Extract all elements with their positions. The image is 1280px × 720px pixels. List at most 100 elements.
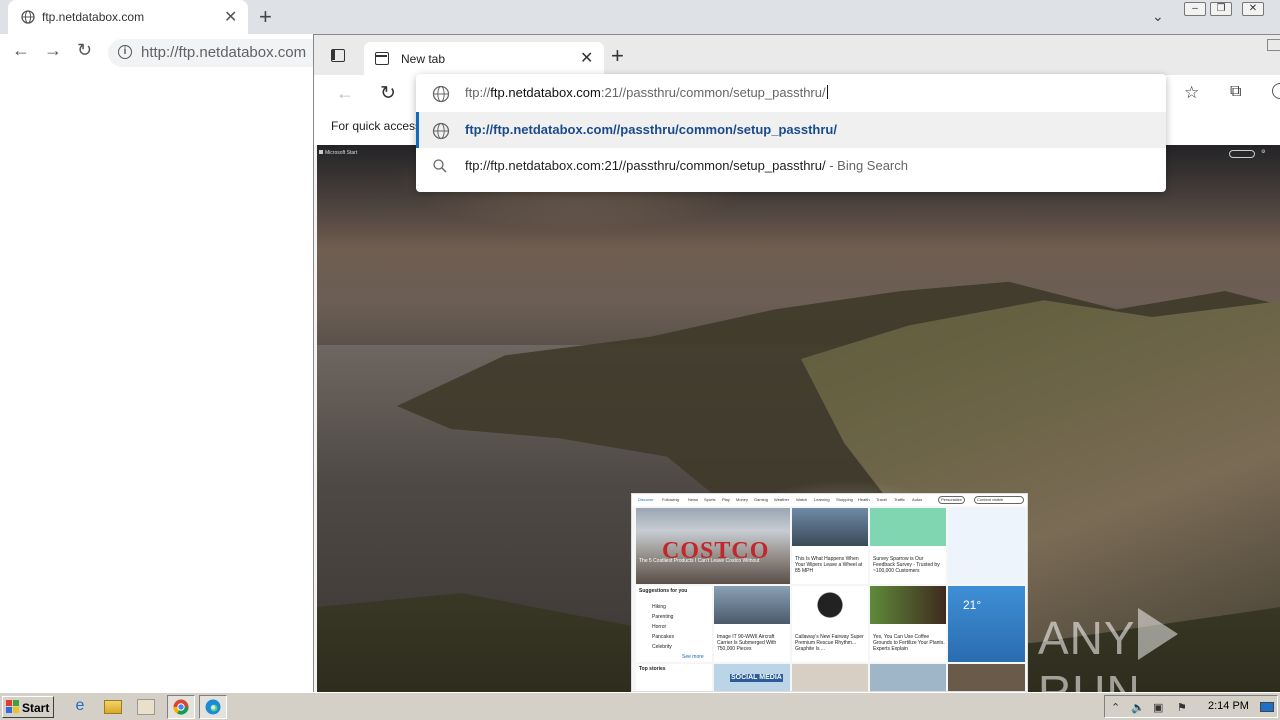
- collections-icon[interactable]: ⧉: [1230, 83, 1241, 101]
- feed-tab[interactable]: Weather: [774, 497, 789, 502]
- clock[interactable]: 2:14 PM: [1208, 700, 1249, 712]
- close-tab-icon[interactable]: ✕: [224, 7, 237, 27]
- close-window-button[interactable]: ✕: [1242, 2, 1264, 16]
- tab-actions-icon[interactable]: [331, 49, 345, 62]
- globe-icon: [432, 122, 450, 140]
- card-caption: This Is What Happens When Your Wipers Le…: [795, 556, 863, 574]
- suggestion-item[interactable]: Celebrity: [652, 644, 672, 650]
- new-tab-plus-icon[interactable]: +: [259, 4, 272, 30]
- chrome-address-bar[interactable]: i http://ftp.netdatabox.com: [108, 39, 328, 67]
- suggestion-item[interactable]: Hiking: [652, 604, 666, 610]
- top-stories-card[interactable]: Top stories: [636, 664, 712, 691]
- settings-gear-icon[interactable]: ⚙: [1261, 149, 1265, 155]
- minimize-button[interactable]: –: [1184, 2, 1206, 16]
- suggestions-card[interactable]: Suggestions for you Hiking Parenting Hor…: [636, 586, 712, 662]
- weather-temperature: 21°: [963, 598, 982, 612]
- suggestion-item[interactable]: Pancakes: [652, 634, 674, 640]
- taskbar: Start e ⌃ 🔈 ▣ ⚑ 2:14 PM: [0, 692, 1280, 720]
- news-card[interactable]: [948, 664, 1025, 691]
- brand-label: Microsoft Start: [325, 150, 358, 156]
- newtab-page-icon: [375, 52, 389, 65]
- social-media-label: SOCIAL MEDIA: [730, 674, 783, 682]
- windows-flag-icon: [6, 700, 19, 713]
- news-card[interactable]: [870, 664, 946, 691]
- suggestion-search[interactable]: ftp://ftp.netdatabox.com:21//passthru/co…: [416, 148, 1166, 184]
- feed-tab[interactable]: Sports: [704, 497, 716, 502]
- suggestion-item[interactable]: Horror: [652, 624, 666, 630]
- address-input[interactable]: ftp://ftp.netdatabox.com:21//passthru/co…: [465, 85, 828, 100]
- news-card[interactable]: This Is What Happens When Your Wipers Le…: [792, 508, 868, 584]
- card-image: [792, 586, 868, 624]
- new-tab-plus-icon[interactable]: +: [611, 43, 624, 69]
- chrome-url-text: http://ftp.netdatabox.com: [141, 44, 307, 61]
- feed-tab[interactable]: Traffic: [894, 497, 905, 502]
- favorites-star-icon[interactable]: ☆: [1184, 83, 1199, 103]
- volume-icon[interactable]: 🔈: [1131, 701, 1145, 714]
- suggestion-url[interactable]: ftp://ftp.netdatabox.com//passthru/commo…: [416, 112, 1166, 148]
- restore-button[interactable]: ❐: [1210, 2, 1232, 16]
- feed-tab[interactable]: Autos: [912, 497, 922, 502]
- apps-launcher-icon[interactable]: [319, 150, 323, 154]
- feed-tab[interactable]: Discover: [638, 497, 654, 502]
- chevron-down-icon[interactable]: ⌄: [1152, 8, 1164, 25]
- feed-tab[interactable]: Travel: [876, 497, 887, 502]
- reload-icon[interactable]: ↻: [380, 82, 396, 105]
- card-caption: The 5 Costliest Products I Can't Leave C…: [639, 558, 760, 564]
- reload-icon[interactable]: ↻: [77, 40, 92, 61]
- back-arrow-icon[interactable]: ←: [12, 40, 30, 61]
- chrome-tabstrip: ftp.netdatabox.com ✕ + ⌄ – ❐ ✕: [0, 0, 1280, 34]
- network-icon[interactable]: ▣: [1153, 701, 1163, 714]
- search-pill[interactable]: [1229, 150, 1255, 158]
- globe-icon: [21, 10, 35, 24]
- card-image: [714, 586, 790, 624]
- news-card[interactable]: SOCIAL MEDIA: [714, 664, 790, 691]
- weather-card[interactable]: 21°: [948, 586, 1025, 662]
- profile-icon[interactable]: [1272, 83, 1280, 99]
- show-desktop-icon[interactable]: [1260, 702, 1274, 712]
- start-button[interactable]: Start: [2, 696, 54, 718]
- card-caption: Callaway's New Fairway Super Premium Res…: [795, 634, 864, 652]
- see-more-link[interactable]: See more: [682, 654, 704, 660]
- news-card[interactable]: Image IT 90-WWII Aircraft Carrier Is Sub…: [714, 586, 790, 662]
- edge-tab[interactable]: New tab ✕: [364, 42, 604, 75]
- info-icon[interactable]: i: [118, 45, 132, 59]
- forward-arrow-icon[interactable]: →: [44, 40, 62, 61]
- tray-expand-icon[interactable]: ⌃: [1111, 701, 1120, 714]
- address-input-row[interactable]: ftp://ftp.netdatabox.com:21//passthru/co…: [416, 75, 1166, 111]
- watermark-left: ANY: [1038, 612, 1136, 664]
- suggestion-url-text: ftp://ftp.netdatabox.com//passthru/commo…: [465, 122, 837, 137]
- feed-tab[interactable]: Gaming: [754, 497, 768, 502]
- news-card[interactable]: [792, 664, 868, 691]
- feed-tab[interactable]: Money: [736, 497, 748, 502]
- feed-tab[interactable]: Learning: [814, 497, 830, 502]
- favorites-bar-hint: For quick access: [331, 119, 422, 133]
- back-arrow-icon[interactable]: ←: [336, 83, 354, 104]
- feed-tab[interactable]: Shopping: [836, 497, 853, 502]
- markets-card[interactable]: [948, 508, 1025, 584]
- news-card[interactable]: Callaway's New Fairway Super Premium Res…: [792, 586, 868, 662]
- ie-icon[interactable]: e: [70, 697, 90, 717]
- chrome-tab[interactable]: ftp.netdatabox.com ✕: [8, 0, 248, 34]
- card-caption: Image IT 90-WWII Aircraft Carrier Is Sub…: [717, 634, 777, 652]
- news-card[interactable]: COSTCO The 5 Costliest Products I Can't …: [636, 508, 790, 584]
- feed-tab[interactable]: Health: [858, 497, 870, 502]
- chrome-taskbar-button[interactable]: [167, 695, 195, 719]
- feed-tab[interactable]: Watch: [796, 497, 807, 502]
- suggestion-item[interactable]: Parenting: [652, 614, 673, 620]
- edge-window-control[interactable]: [1267, 39, 1280, 51]
- personalize-button[interactable]: Personalize: [938, 496, 965, 504]
- feed-tab[interactable]: News: [688, 497, 698, 502]
- globe-icon: [432, 85, 450, 103]
- close-tab-icon[interactable]: ✕: [580, 48, 593, 68]
- action-center-flag-icon[interactable]: ⚑: [1177, 701, 1187, 714]
- news-card[interactable]: Yes, You Can Use Coffee Grounds to Ferti…: [870, 586, 946, 662]
- folder-icon[interactable]: [104, 700, 122, 714]
- content-visible-button[interactable]: Content visible: [974, 496, 1024, 504]
- edge-tab-title: New tab: [401, 52, 446, 66]
- feed-tab[interactable]: Play: [722, 497, 730, 502]
- feed-tab[interactable]: Following: [662, 497, 679, 502]
- feed-nav: Discover Following News Sports Play Mone…: [632, 494, 1027, 506]
- media-player-icon[interactable]: [137, 699, 155, 715]
- edge-taskbar-button[interactable]: [199, 695, 227, 719]
- ad-card[interactable]: Survey Sparrow is Our Feedback Survey - …: [870, 508, 946, 584]
